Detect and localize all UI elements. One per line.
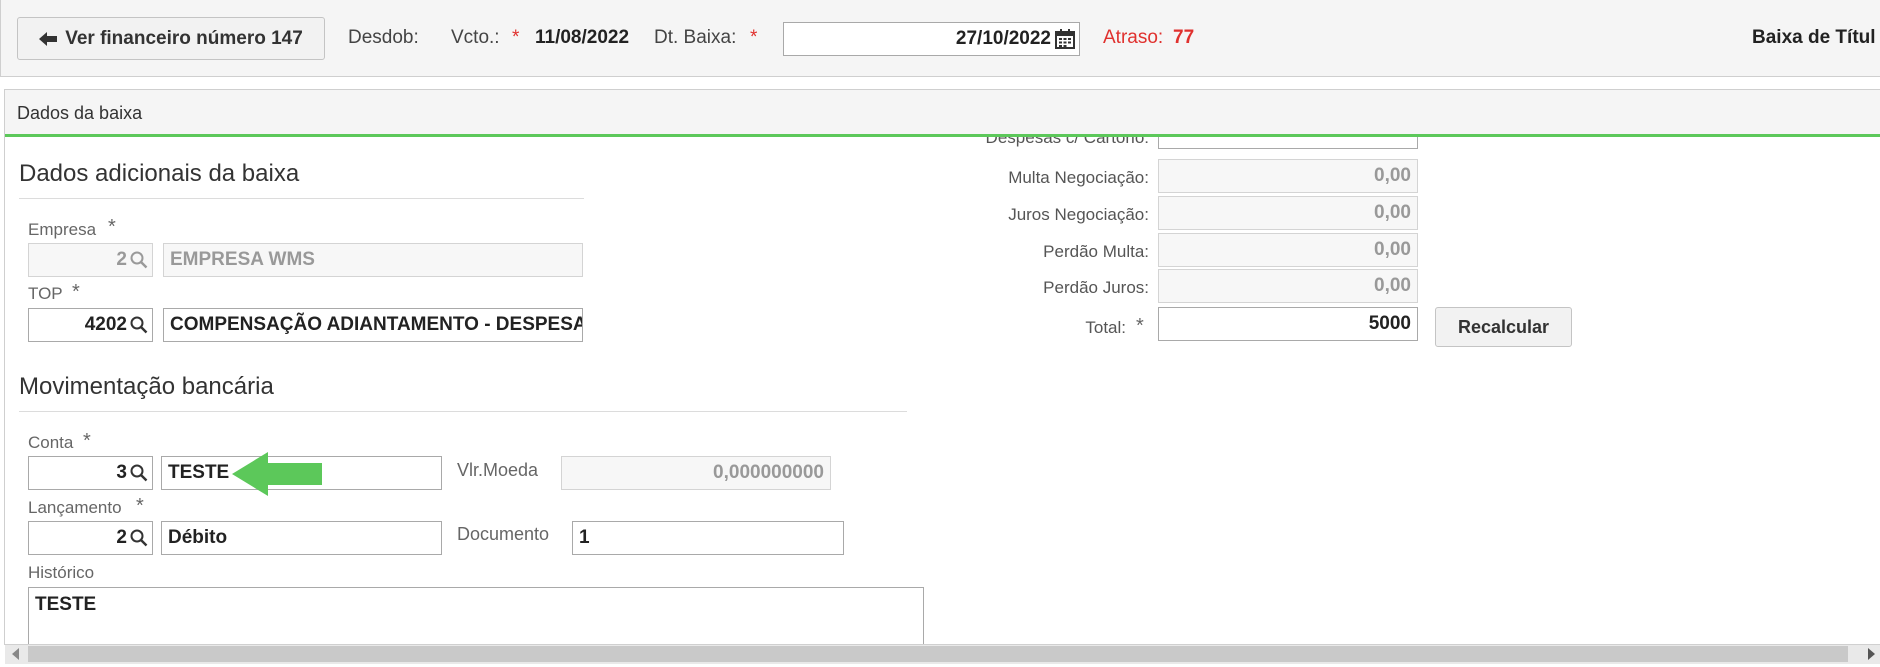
divider xyxy=(19,411,907,412)
search-icon[interactable] xyxy=(130,251,148,269)
multa-negociacao-label: Multa Negociação: xyxy=(1008,168,1149,187)
perdao-multa-value: 0,00 xyxy=(1374,239,1411,260)
documento-label: Documento xyxy=(457,524,550,544)
desdob-label: Desdob: xyxy=(348,27,419,48)
top-name-input[interactable]: COMPENSAÇÃO ADIANTAMENTO - DESPESA xyxy=(163,308,583,342)
vlr-moeda-value: 0,000000000 xyxy=(713,462,824,483)
historico-textarea[interactable]: TESTE xyxy=(28,587,924,645)
back-to-financeiro-button[interactable]: Ver financeiro número 147 xyxy=(17,17,325,60)
despesas-cartorio-label: Despesas c/ Cartório: xyxy=(985,137,1149,147)
green-arrow-annotation xyxy=(232,452,322,496)
required-marker: * xyxy=(512,27,520,48)
required-marker: * xyxy=(108,216,116,238)
required-marker: * xyxy=(1136,315,1144,337)
recalcular-button[interactable]: Recalcular xyxy=(1435,307,1572,347)
empresa-label: Empresa xyxy=(28,220,97,239)
dt-baixa-label: Dt. Baixa: xyxy=(654,27,737,48)
perdao-juros-input[interactable]: 0,00 xyxy=(1158,269,1418,303)
panel-header-title: Dados da baixa xyxy=(17,103,143,123)
recalcular-button-label: Recalcular xyxy=(1457,316,1550,337)
panel-header xyxy=(5,90,1880,137)
total-value: 5000 xyxy=(1368,313,1411,334)
historico-value: TESTE xyxy=(35,594,97,615)
vcto-label: Vcto.: xyxy=(451,27,500,48)
arrow-left-icon xyxy=(39,31,58,46)
back-button-label: Ver financeiro número 147 xyxy=(65,27,303,49)
conta-code-value: 3 xyxy=(116,462,127,483)
section-title-movimentacao: Movimentação bancária xyxy=(19,373,274,400)
vcto-value: 11/08/2022 xyxy=(535,27,630,48)
search-icon[interactable] xyxy=(130,529,148,547)
section-title-adicionais: Dados adicionais da baixa xyxy=(19,160,300,187)
scrollbar-thumb[interactable] xyxy=(28,646,1848,662)
search-icon[interactable] xyxy=(130,316,148,334)
required-marker: * xyxy=(136,495,144,517)
page-title: Baixa de Títul xyxy=(1752,27,1876,48)
empresa-name-value: EMPRESA WMS xyxy=(170,249,315,270)
lancamento-code-input[interactable]: 2 xyxy=(28,521,153,555)
lancamento-label: Lançamento xyxy=(28,498,122,517)
documento-value: 1 xyxy=(579,527,590,548)
empresa-code-value: 2 xyxy=(116,249,127,270)
top-name-value: COMPENSAÇÃO ADIANTAMENTO - DESPESA xyxy=(170,314,583,335)
documento-input[interactable]: 1 xyxy=(572,521,844,555)
lancamento-name-value: Débito xyxy=(168,527,228,548)
despesas-cartorio-value: 0 xyxy=(1400,137,1411,143)
historico-label: Histórico xyxy=(28,563,95,582)
total-label: Total: xyxy=(1085,318,1126,337)
search-icon[interactable] xyxy=(130,464,148,482)
juros-negociacao-label: Juros Negociação: xyxy=(1008,205,1149,224)
multa-negociacao-value: 0,00 xyxy=(1374,165,1411,186)
perdao-juros-label: Perdão Juros: xyxy=(1043,278,1149,297)
dt-baixa-value: 27/10/2022 xyxy=(955,28,1051,49)
vlr-moeda-input[interactable]: 0,000000000 xyxy=(561,456,831,490)
atraso-value: 77 xyxy=(1173,27,1195,48)
conta-name-value: TESTE xyxy=(168,462,230,483)
lancamento-code-value: 2 xyxy=(116,527,127,548)
conta-label: Conta xyxy=(28,433,74,452)
empresa-code-input[interactable]: 2 xyxy=(28,243,153,277)
top-code-input[interactable]: 4202 xyxy=(28,308,153,342)
conta-code-input[interactable]: 3 xyxy=(28,456,153,490)
top-code-value: 4202 xyxy=(84,314,127,335)
required-marker: * xyxy=(750,27,758,48)
perdao-juros-value: 0,00 xyxy=(1374,275,1411,296)
perdao-multa-label: Perdão Multa: xyxy=(1043,242,1149,261)
required-marker: * xyxy=(72,281,80,303)
perdao-multa-input[interactable]: 0,00 xyxy=(1158,233,1418,267)
scroll-right-icon[interactable] xyxy=(1866,648,1876,660)
top-label: TOP xyxy=(28,284,63,303)
lancamento-name-input[interactable]: Débito xyxy=(161,521,442,555)
total-input[interactable]: 5000 xyxy=(1158,307,1418,341)
calendar-icon[interactable] xyxy=(1055,29,1075,49)
clipped-row-container: Despesas c/ Cartório: 0 xyxy=(0,137,1880,150)
juros-negociacao-input[interactable]: 0,00 xyxy=(1158,196,1418,230)
scroll-left-icon[interactable] xyxy=(11,648,21,660)
required-marker: * xyxy=(83,430,91,452)
multa-negociacao-input[interactable]: 0,00 xyxy=(1158,159,1418,193)
despesas-cartorio-input[interactable]: 0 xyxy=(1158,137,1418,149)
atraso-label: Atraso: xyxy=(1103,27,1164,48)
divider xyxy=(19,198,584,199)
vlr-moeda-label: Vlr.Moeda xyxy=(457,460,539,480)
juros-negociacao-value: 0,00 xyxy=(1374,202,1411,223)
dt-baixa-input[interactable]: 27/10/2022 xyxy=(783,22,1080,56)
empresa-name-input[interactable]: EMPRESA WMS xyxy=(163,243,583,277)
